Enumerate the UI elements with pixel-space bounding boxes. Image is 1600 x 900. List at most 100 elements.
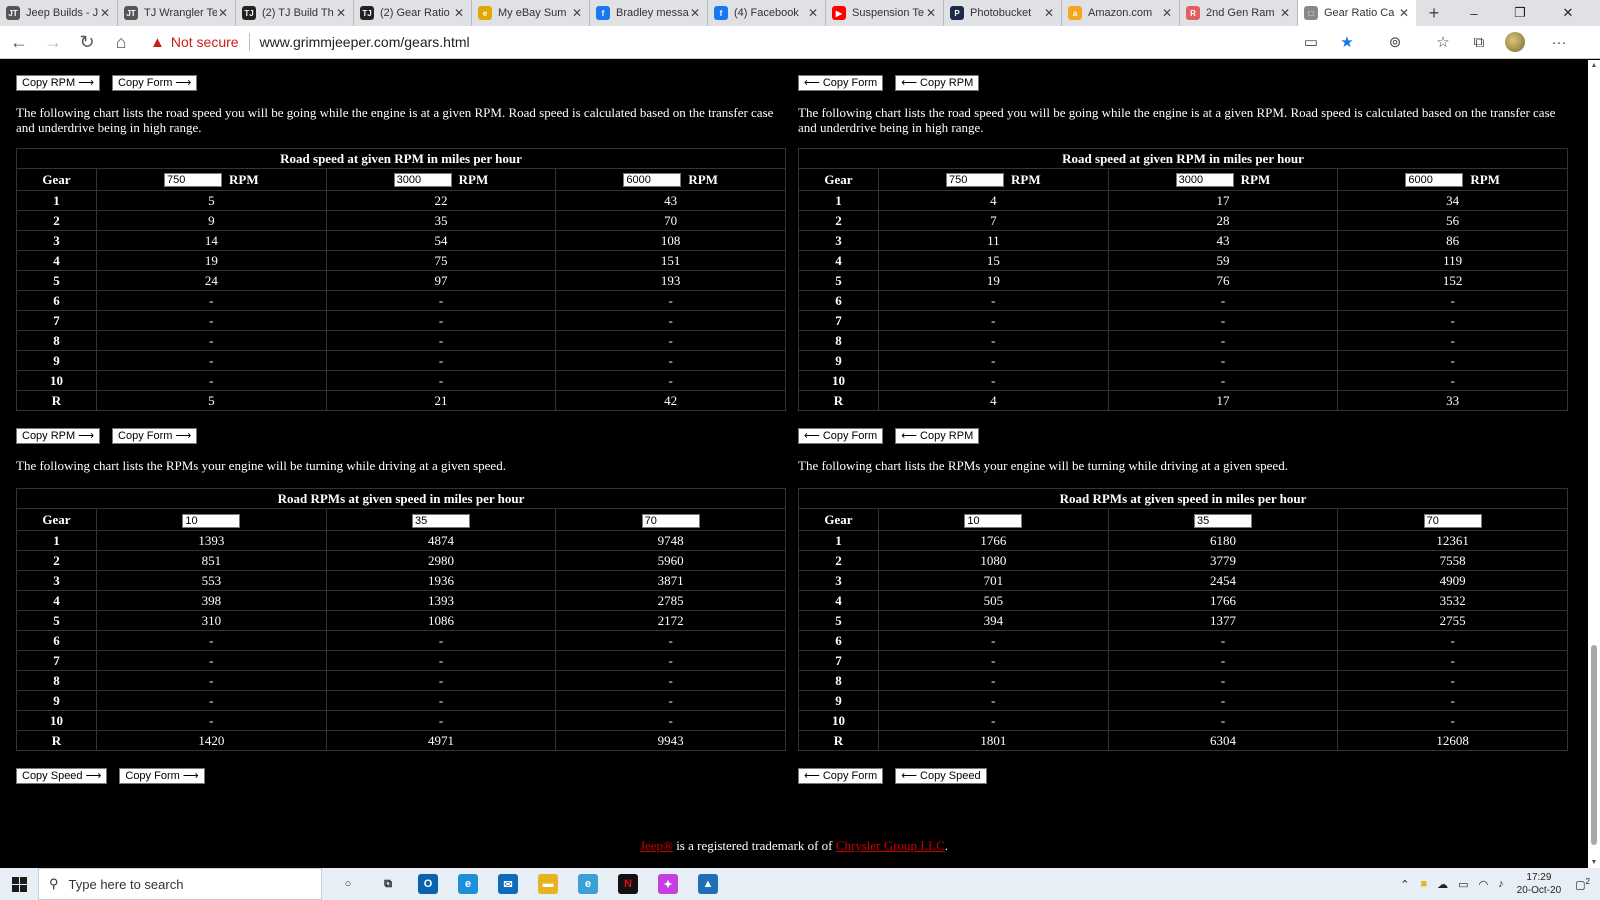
wifi-icon[interactable]: ◠ <box>1479 878 1489 891</box>
browser-tab[interactable]: □ Gear Ratio Ca ✕ <box>1298 0 1416 26</box>
tab-close-icon[interactable]: ✕ <box>1161 6 1173 20</box>
scrollbar-thumb[interactable] <box>1591 645 1597 845</box>
forward-icon[interactable]: → <box>38 27 68 57</box>
copy-button[interactable]: Copy RPM ⟶ <box>16 75 101 91</box>
speed-input[interactable] <box>411 513 470 528</box>
copy-button[interactable]: ⟵ Copy Form <box>798 75 884 91</box>
scroll-down-icon[interactable]: ▼ <box>1588 859 1600 866</box>
browser-tab[interactable]: f Bradley messa ✕ <box>590 0 708 26</box>
jeep-link[interactable]: Jeep® <box>640 838 673 853</box>
taskbar-app-button[interactable]: ✦ <box>648 868 688 900</box>
reload-icon[interactable]: ↻ <box>72 27 102 57</box>
rpm-input[interactable] <box>1175 173 1234 187</box>
browser-tab[interactable]: P Photobucket ✕ <box>944 0 1062 26</box>
copy-button[interactable]: Copy Form ⟶ <box>119 768 205 784</box>
profile-icon[interactable] <box>1500 27 1530 57</box>
copy-button[interactable]: Copy Speed ⟶ <box>16 768 108 784</box>
url-text[interactable]: www.grimmjeeper.com/gears.html <box>260 34 470 50</box>
taskbar-app-button[interactable]: ○ <box>328 868 368 900</box>
taskbar-search[interactable]: ⚲ Type here to search <box>38 868 322 900</box>
tab-close-icon[interactable]: ✕ <box>807 6 819 20</box>
taskbar-app-button[interactable]: ▲ <box>688 868 728 900</box>
taskbar-app-button[interactable]: e <box>448 868 488 900</box>
copy-button[interactable]: Copy RPM ⟶ <box>16 428 101 444</box>
scroll-up-icon[interactable]: ▲ <box>1588 62 1600 69</box>
security-label[interactable]: Not secure <box>171 34 239 50</box>
table-cell: 9943 <box>555 730 786 751</box>
tray-chevron-icon[interactable]: ⌃ <box>1400 878 1409 891</box>
copy-button[interactable]: ⟵ Copy Form <box>798 428 884 444</box>
reader-icon[interactable]: ▭ <box>1296 27 1326 57</box>
window-minimize-button[interactable]: – <box>1456 0 1492 26</box>
tab-close-icon[interactable]: ✕ <box>1279 6 1291 20</box>
tab-close-icon[interactable]: ✕ <box>571 6 583 20</box>
copy-button[interactable]: ⟵ Copy RPM <box>895 428 980 444</box>
taskbar-app-button[interactable]: N <box>608 868 648 900</box>
rpm-input[interactable] <box>164 173 223 187</box>
taskbar-app-button[interactable]: O <box>408 868 448 900</box>
gear-label: 5 <box>798 610 879 631</box>
battery-icon[interactable]: ▭ <box>1458 878 1468 891</box>
back-icon[interactable]: ← <box>4 27 34 57</box>
browser-tab[interactable]: e My eBay Sum ✕ <box>472 0 590 26</box>
taskbar-app-button[interactable]: ✉ <box>488 868 528 900</box>
avatar[interactable] <box>1505 32 1525 52</box>
chrysler-link[interactable]: Chrysler Group LLC <box>836 838 945 853</box>
rpm-input[interactable] <box>1405 173 1464 187</box>
notifications-icon[interactable]: ▢2 <box>1575 877 1590 892</box>
taskbar-app-button[interactable]: ▬ <box>528 868 568 900</box>
browser-tab[interactable]: JT Jeep Builds - J ✕ <box>0 0 118 26</box>
copy-button[interactable]: ⟵ Copy RPM <box>895 75 980 91</box>
start-button[interactable] <box>0 868 38 900</box>
warning-icon[interactable]: ▲ <box>150 34 165 51</box>
rpm-input[interactable] <box>946 173 1005 187</box>
menu-icon[interactable]: ··· <box>1544 27 1574 57</box>
tab-close-icon[interactable]: ✕ <box>99 6 111 20</box>
table-cell: 3532 <box>1337 590 1568 611</box>
volume-icon[interactable]: ♪ <box>1498 878 1504 890</box>
tab-close-icon[interactable]: ✕ <box>1043 6 1055 20</box>
window-close-button[interactable]: ✕ <box>1550 0 1586 26</box>
new-tab-button[interactable]: + <box>1422 0 1446 26</box>
speed-input[interactable] <box>1423 513 1482 528</box>
copy-button[interactable]: ⟵ Copy Form <box>798 768 884 784</box>
tab-close-icon[interactable]: ✕ <box>689 6 701 20</box>
task-view-icon: ⧉ <box>378 874 398 894</box>
tab-close-icon[interactable]: ✕ <box>1398 6 1410 20</box>
tab-close-icon[interactable]: ✕ <box>925 6 937 20</box>
table-cell: - <box>1337 330 1568 351</box>
collections-icon[interactable]: ⧉ <box>1464 27 1494 57</box>
tray-app-icon[interactable]: ■ <box>1421 878 1428 890</box>
browser-tab[interactable]: R 2nd Gen Ram ✕ <box>1180 0 1298 26</box>
tab-close-icon[interactable]: ✕ <box>335 6 347 20</box>
omnibox[interactable]: ▲ Not secure www.grimmjeeper.com/gears.h… <box>150 29 1290 55</box>
rpm-input[interactable] <box>393 173 452 187</box>
copy-button[interactable]: ⟵ Copy Speed <box>895 768 987 784</box>
clock[interactable]: 17:29 20-Oct-20 <box>1517 871 1561 897</box>
home-icon[interactable]: ⌂ <box>106 27 136 57</box>
tab-close-icon[interactable]: ✕ <box>453 6 465 20</box>
browser-tab[interactable]: f (4) Facebook ✕ <box>708 0 826 26</box>
window-restore-button[interactable]: ❐ <box>1502 0 1538 26</box>
rpm-input[interactable] <box>623 173 682 187</box>
speed-input[interactable] <box>1193 513 1252 528</box>
tab-close-icon[interactable]: ✕ <box>217 6 229 20</box>
browser-tab[interactable]: JT TJ Wrangler Te ✕ <box>118 0 236 26</box>
copy-button[interactable]: Copy Form ⟶ <box>112 75 198 91</box>
star-icon[interactable]: ★ <box>1332 27 1362 57</box>
speed-input[interactable] <box>964 513 1023 528</box>
browser-tab[interactable]: ▶ Suspension Te ✕ <box>826 0 944 26</box>
browser-tab[interactable]: TJ (2) Gear Ratio ✕ <box>354 0 472 26</box>
copy-button[interactable]: Copy Form ⟶ <box>112 428 198 444</box>
speed-input[interactable] <box>182 513 241 528</box>
browser-tab[interactable]: TJ (2) TJ Build Th ✕ <box>236 0 354 26</box>
scrollbar[interactable]: ▲ ▼ <box>1588 60 1600 868</box>
extension-icon[interactable]: ⊚ <box>1380 27 1410 57</box>
browser-tab[interactable]: a Amazon.com ✕ <box>1062 0 1180 26</box>
favorites-icon[interactable]: ☆ <box>1428 27 1458 57</box>
onedrive-icon[interactable]: ☁ <box>1437 878 1448 891</box>
speed-input[interactable] <box>641 513 700 528</box>
taskbar-app-button[interactable]: ⧉ <box>368 868 408 900</box>
taskbar-app-button[interactable]: e <box>568 868 608 900</box>
table-cell: - <box>1337 630 1568 651</box>
